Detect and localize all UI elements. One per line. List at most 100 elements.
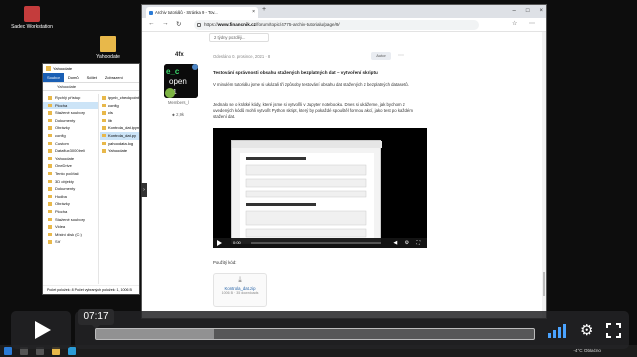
nav-item[interactable]: Obrázky — [43, 200, 98, 208]
explorer-titlebar: Yahoodate — [43, 64, 139, 73]
minimize-icon[interactable]: – — [513, 5, 516, 17]
embedded-video[interactable]: 0:00 ◀ ⚙ ⛶ — [213, 128, 427, 248]
nav-item[interactable]: Videa — [43, 223, 98, 231]
file-item[interactable]: cls — [100, 109, 139, 117]
nav-item[interactable]: Rychlý přístup — [43, 94, 98, 102]
nav-item[interactable]: OneDrive — [43, 162, 98, 170]
fullscreen-icon[interactable] — [606, 323, 621, 341]
explorer-ribbon: Soubor Domů Sdílet Zobrazení — [43, 73, 139, 82]
file-item[interactable]: lib — [100, 117, 139, 125]
svg-text:e_c: e_c — [166, 67, 180, 76]
video-settings-icons[interactable]: ◀ ⚙ ⛶ — [393, 238, 423, 248]
video-time: 0:00 — [233, 240, 241, 245]
desktop-icon-workstation[interactable]: Sadec Workstation — [10, 6, 54, 30]
toolbar-icons[interactable]: ☆ ⋯ — [512, 20, 540, 27]
play-icon — [35, 321, 51, 339]
sidebar-toggle-icon[interactable]: › — [141, 183, 147, 197]
post-menu-icon[interactable]: ⋯ — [398, 52, 404, 59]
settings-icon[interactable]: ⚙ — [580, 323, 593, 338]
nav-item[interactable]: Plocha — [43, 101, 98, 110]
folder-icon — [48, 149, 52, 153]
close-window-icon[interactable]: × — [539, 5, 543, 17]
nav-item[interactable]: Stažené soubory — [43, 216, 98, 224]
forward-icon[interactable]: → — [162, 20, 169, 27]
scrollbar-thumb[interactable] — [543, 272, 545, 296]
file-item-label: cls — [108, 110, 113, 116]
close-tab-icon[interactable]: × — [252, 7, 255, 18]
nav-item[interactable]: 3D objekty — [43, 178, 98, 186]
file-item[interactable]: Kontrola_dat.ipynb — [100, 124, 139, 132]
post-username[interactable]: 4fx — [175, 52, 184, 58]
file-item[interactable]: Kontrola_dat.py — [100, 131, 139, 140]
file-item[interactable]: Yahoodate — [100, 147, 139, 155]
user-likes: ⬥ 2,9k — [172, 112, 184, 117]
file-icon — [102, 141, 106, 146]
nav-item-label: Stažené soubory — [55, 110, 86, 116]
nav-item[interactable]: Dokumenty — [43, 185, 98, 193]
window-controls: – □ × — [513, 5, 543, 17]
file-item-label: ipynb_checkpoints — [108, 95, 139, 100]
ribbon-tab-share[interactable]: Sdílet — [83, 73, 101, 82]
file-icon — [102, 103, 106, 108]
nav-item[interactable]: Custom — [43, 140, 98, 148]
nav-item[interactable]: Dataflux3000Ireli — [43, 147, 98, 155]
lock-icon — [197, 23, 201, 27]
video-play-icon[interactable] — [217, 240, 222, 246]
video-frame-notebook — [231, 140, 382, 244]
nav-item-label: Plocha — [55, 102, 68, 108]
nav-item[interactable]: Obrázky — [43, 124, 98, 132]
folder-icon — [48, 202, 52, 206]
nav-item[interactable]: Hudba — [43, 193, 98, 201]
ribbon-tab-home[interactable]: Domů — [64, 73, 83, 82]
attachment-card[interactable]: ⤓ Kontrola_dat.zip 1006 B · 35 downloads — [213, 273, 267, 307]
maximize-icon[interactable]: □ — [526, 5, 530, 17]
file-icon — [102, 118, 106, 123]
back-icon[interactable]: ← — [148, 20, 155, 27]
folder-icon — [48, 103, 52, 108]
explorer-address-bar[interactable]: Yahoodate — [43, 82, 139, 91]
playback-progress-fill — [96, 329, 215, 339]
nav-item[interactable]: Místní disk (C:) — [43, 231, 98, 239]
nav-item-label: Místní disk (C:) — [55, 231, 82, 237]
user-badge: Members_l — [168, 100, 189, 105]
page-content: 2 týdny později... 4fx e_c open p 1 Memb… — [142, 32, 546, 318]
playback-progress-bar[interactable] — [95, 328, 535, 340]
nav-item[interactable]: Dokumenty — [43, 117, 98, 125]
file-item[interactable]: config — [100, 102, 139, 110]
browser-tab[interactable]: Archiv tutoriálů - Stránka 9 - Tov... × — [146, 7, 258, 18]
post-paragraph-1: V minulém tutoriálu jsme si ukázali tři … — [213, 82, 409, 87]
browser-scrollbar[interactable] — [542, 32, 546, 318]
nav-item[interactable]: Plocha — [43, 208, 98, 216]
folder-icon — [48, 118, 52, 123]
folder-icon — [48, 126, 52, 130]
avatar[interactable]: e_c open p 1 — [164, 64, 198, 98]
new-tab-button[interactable]: + — [262, 6, 266, 13]
nav-item-label: Plocha — [55, 208, 68, 214]
file-icon — [102, 111, 106, 115]
nav-item-label: config — [55, 132, 66, 138]
nav-item[interactable]: Tento počítač — [43, 170, 98, 178]
svg-text:open: open — [169, 77, 187, 86]
nav-item-label: Dataflux3000Ireli — [55, 148, 86, 154]
nav-item-label: Obrázky — [55, 201, 70, 207]
video-progress[interactable] — [251, 242, 381, 244]
browser-toolbar: ← → ↻ https://www.financnik.cz/forum/top… — [142, 18, 546, 32]
nav-item[interactable]: Yahoodate — [43, 155, 98, 163]
volume-icon[interactable] — [548, 323, 570, 338]
nav-item[interactable]: Síť — [43, 238, 98, 246]
nav-item[interactable]: Stažené soubory — [43, 109, 98, 117]
play-button[interactable] — [11, 311, 71, 349]
ribbon-tab-file[interactable]: Soubor — [43, 73, 64, 82]
nav-item-label: Yahoodate — [55, 155, 75, 161]
folder-icon — [48, 232, 52, 237]
reload-icon[interactable]: ↻ — [176, 20, 181, 28]
screen: Sadec Workstation Yahoodate Yahoodate So… — [0, 0, 637, 357]
file-item[interactable]: ipynb_checkpoints — [100, 94, 139, 102]
nav-item[interactable]: config — [43, 132, 98, 140]
file-item[interactable]: yahoodata.log — [100, 140, 139, 148]
url-bar[interactable]: https://www.financnik.cz/forum/topic/477… — [194, 20, 479, 30]
folder-icon — [48, 171, 52, 176]
ribbon-tab-view[interactable]: Zobrazení — [101, 73, 127, 82]
nav-item-label: Stažené soubory — [55, 216, 86, 222]
desktop-icon-yahoodate[interactable]: Yahoodate — [86, 36, 130, 60]
